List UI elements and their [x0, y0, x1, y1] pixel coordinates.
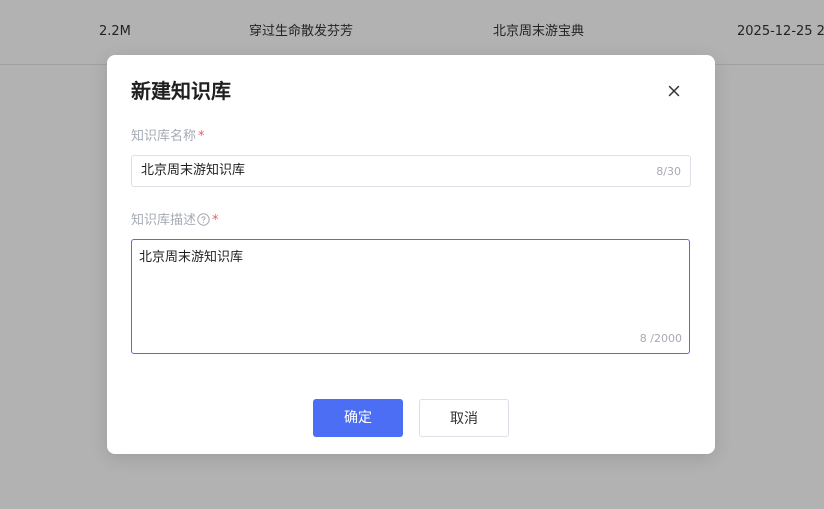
- close-icon: [668, 85, 680, 97]
- name-label-text: 知识库名称: [131, 129, 197, 144]
- confirm-button[interactable]: 确定: [313, 399, 403, 437]
- description-textarea-value: 北京周末游知识库: [139, 250, 244, 265]
- name-field-label: 知识库名称 *: [131, 128, 205, 146]
- question-circle-icon[interactable]: [197, 213, 210, 232]
- description-textarea[interactable]: 北京周末游知识库 8 /2000: [131, 239, 690, 354]
- page: 2.2M 穿过生命散发芬芳 北京周末游宝典 2025-12-25 23 新建知识…: [0, 0, 824, 509]
- close-button[interactable]: [664, 81, 684, 101]
- dialog-title: 新建知识库: [131, 79, 231, 103]
- description-char-count: 8 /2000: [639, 332, 682, 345]
- name-input-value: 北京周末游知识库: [141, 163, 246, 178]
- create-knowledge-base-dialog: 新建知识库 知识库名称 * 北京周末游知识库 8/30 知识库描述 * 北京周末…: [107, 55, 715, 454]
- description-label-text: 知识库描述: [131, 213, 197, 228]
- required-mark: *: [198, 129, 205, 144]
- name-input[interactable]: 北京周末游知识库 8/30: [131, 155, 691, 187]
- name-char-count: 8/30: [656, 165, 681, 178]
- cancel-button[interactable]: 取消: [419, 399, 509, 437]
- required-mark: *: [212, 213, 219, 228]
- description-field-label: 知识库描述 *: [131, 212, 219, 232]
